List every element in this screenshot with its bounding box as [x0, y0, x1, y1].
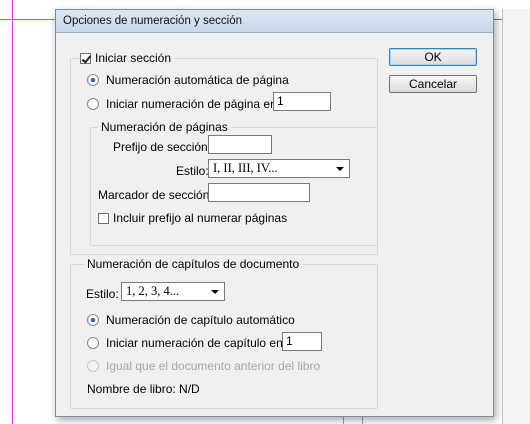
page-style-label: Estilo: — [176, 164, 209, 178]
include-prefix-checkbox[interactable] — [98, 212, 109, 224]
page-style-select[interactable]: I, II, III, IV... — [208, 159, 350, 178]
numbering-section-dialog: Opciones de numeración y sección OK Canc… — [55, 9, 494, 417]
same-as-previous-radio — [87, 360, 99, 372]
include-prefix-label: Incluir prefijo al numerar páginas — [113, 211, 288, 225]
prefix-input[interactable] — [208, 135, 272, 154]
chapter-style-select[interactable]: 1, 2, 3, 4... — [121, 282, 225, 301]
dialog-content: OK Cancelar Iniciar sección Numeración a… — [56, 33, 493, 416]
include-prefix-checkbox-row[interactable]: Incluir prefijo al numerar páginas — [98, 211, 287, 225]
chapter-style-value: 1, 2, 3, 4... — [126, 284, 180, 298]
auto-chapter-label: Numeración de capítulo automático — [106, 313, 295, 327]
start-at-radio-row[interactable]: Iniciar numeración de página en: — [87, 97, 280, 111]
prefix-label: Prefijo de sección: — [113, 140, 212, 154]
auto-numbering-label: Numeración automática de página — [106, 73, 289, 87]
chapter-style-label: Estilo: — [86, 287, 119, 301]
dialog-title: Opciones de numeración y sección — [56, 10, 493, 33]
same-as-previous-label: Igual que el documento anterior del libr… — [106, 359, 321, 373]
cancel-button[interactable]: Cancelar — [389, 75, 477, 93]
auto-numbering-radio-row[interactable]: Numeración automática de página — [87, 73, 289, 87]
chapter-numbering-legend: Numeración de capítulos de documento — [84, 257, 303, 271]
page-margin-guide-vertical — [12, 0, 13, 424]
start-at-input[interactable]: 1 — [273, 92, 331, 111]
chevron-down-icon — [211, 290, 219, 294]
book-name-label: Nombre de libro: N/D — [87, 382, 200, 396]
page-numbering-legend: Numeración de páginas — [98, 120, 231, 134]
same-as-previous-radio-row: Igual que el documento anterior del libr… — [87, 359, 320, 373]
start-section-checkbox-row[interactable]: Iniciar sección — [80, 51, 175, 65]
chevron-down-icon — [336, 167, 344, 171]
start-chapter-label: Iniciar numeración de capítulo en: — [106, 336, 287, 350]
ok-button[interactable]: OK — [389, 48, 477, 66]
start-at-radio[interactable] — [87, 98, 99, 110]
start-at-label: Iniciar numeración de página en: — [106, 97, 281, 111]
start-chapter-radio[interactable] — [87, 337, 99, 349]
auto-chapter-radio[interactable] — [87, 314, 99, 326]
page-edge — [362, 417, 363, 424]
auto-numbering-radio[interactable] — [87, 74, 99, 86]
start-chapter-radio-row[interactable]: Iniciar numeración de capítulo en: — [87, 336, 286, 350]
start-chapter-input[interactable]: 1 — [282, 332, 322, 351]
start-section-label: Iniciar sección — [95, 51, 172, 65]
marker-label: Marcador de sección: — [98, 188, 213, 202]
auto-chapter-radio-row[interactable]: Numeración de capítulo automático — [87, 313, 295, 327]
marker-input[interactable] — [208, 183, 310, 202]
page-style-value: I, II, III, IV... — [213, 161, 278, 175]
page-edge — [343, 417, 344, 424]
side-panel — [502, 9, 530, 424]
start-section-checkbox[interactable] — [80, 52, 91, 64]
